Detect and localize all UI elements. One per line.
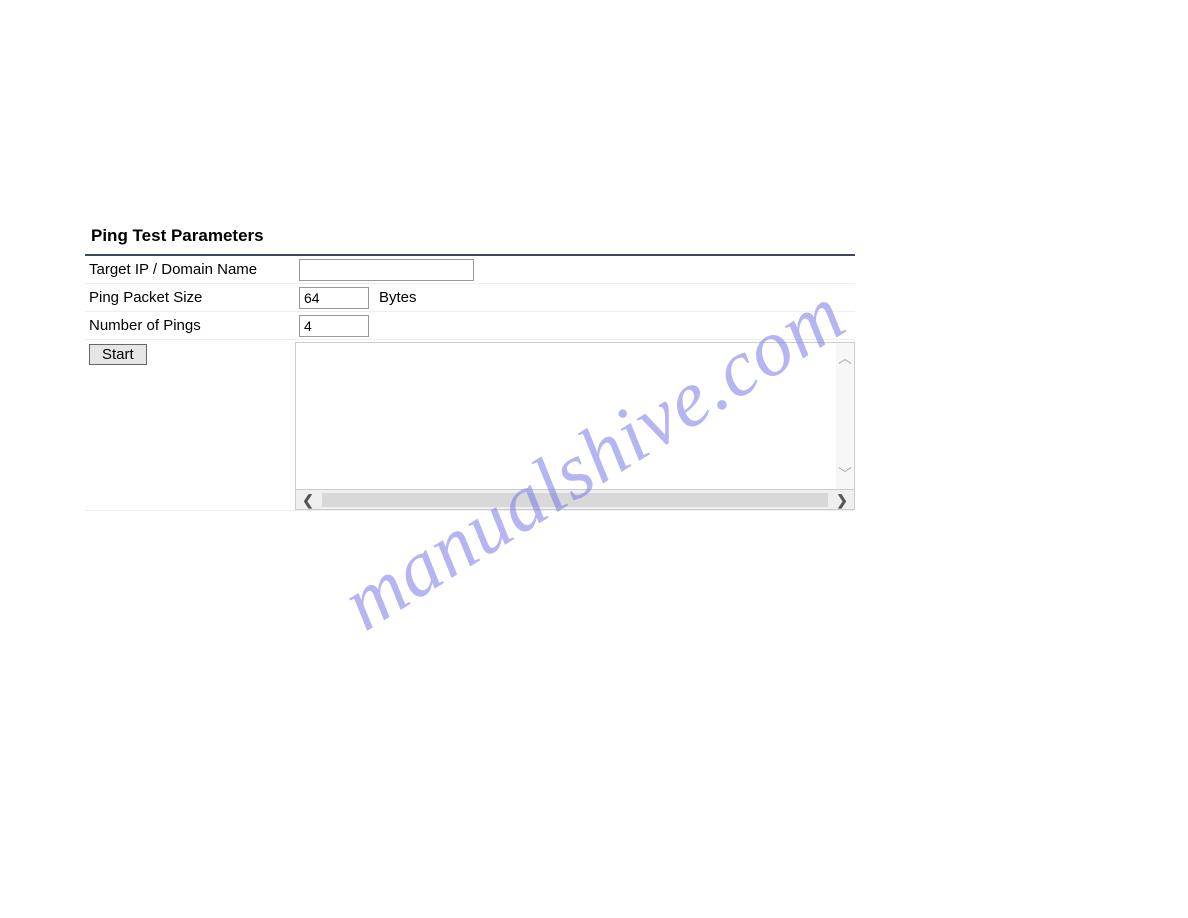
row-packet-size: Ping Packet Size Bytes (85, 284, 855, 312)
scroll-down-icon[interactable]: ﹀ (838, 467, 852, 481)
row-target: Target IP / Domain Name (85, 256, 855, 284)
scroll-left-icon[interactable]: ❮ (296, 493, 320, 507)
vertical-scrollbar[interactable]: ︿ ﹀ (836, 343, 854, 489)
row-num-pings: Number of Pings (85, 312, 855, 340)
label-num-pings: Number of Pings (89, 317, 299, 334)
input-num-pings[interactable] (299, 315, 369, 337)
ping-test-panel: Ping Test Parameters Target IP / Domain … (85, 220, 855, 511)
row-action: Start ︿ ﹀ ❮ ❯ (85, 340, 855, 511)
output-box[interactable]: ︿ ﹀ (295, 342, 855, 490)
label-target: Target IP / Domain Name (89, 261, 299, 278)
unit-bytes: Bytes (379, 289, 417, 306)
scrollbar-track[interactable] (322, 493, 828, 507)
label-packet-size: Ping Packet Size (89, 289, 299, 306)
scroll-right-icon[interactable]: ❯ (830, 493, 854, 507)
section-title: Ping Test Parameters (85, 220, 855, 256)
input-target[interactable] (299, 259, 474, 281)
scroll-up-icon[interactable]: ︿ (838, 351, 852, 365)
start-button[interactable]: Start (89, 344, 147, 365)
horizontal-scrollbar[interactable]: ❮ ❯ (295, 490, 855, 510)
input-packet-size[interactable] (299, 287, 369, 309)
